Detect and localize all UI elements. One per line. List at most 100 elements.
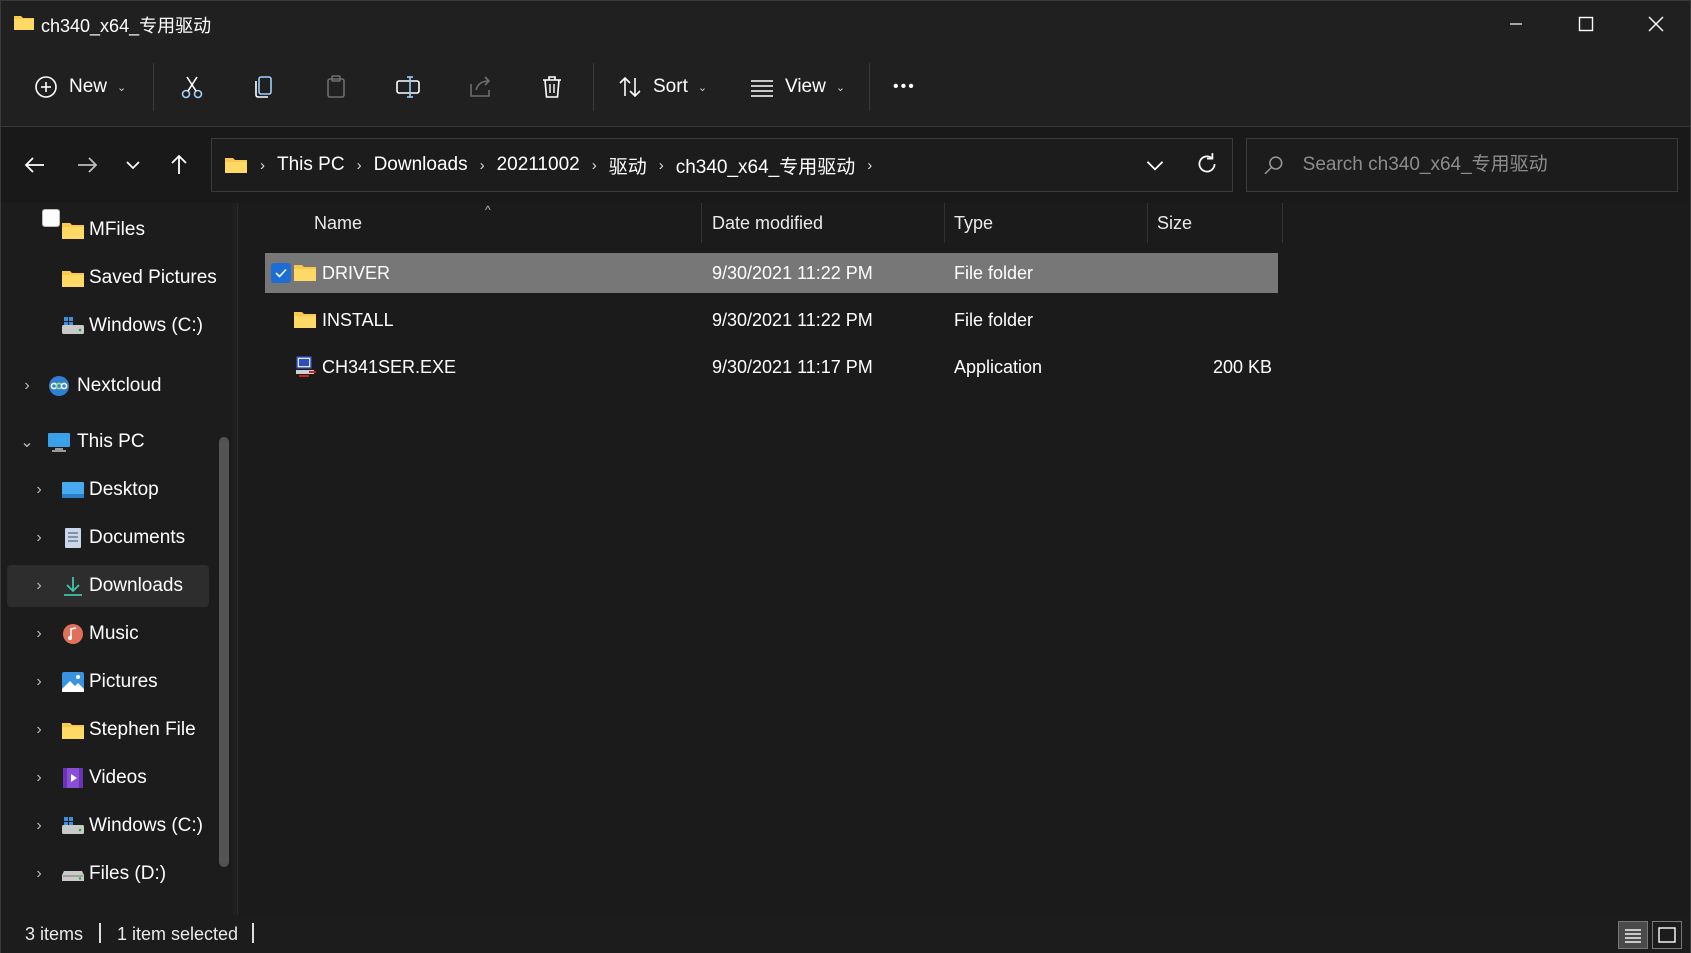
search-box[interactable] bbox=[1246, 138, 1678, 192]
more-icon: ••• bbox=[893, 78, 916, 95]
chevron-right-icon[interactable]: › bbox=[31, 721, 47, 739]
breadcrumb-downloads[interactable]: Downloads bbox=[374, 154, 468, 176]
new-icon bbox=[35, 76, 57, 98]
minimize-button[interactable] bbox=[1481, 1, 1551, 47]
downloads-icon bbox=[64, 577, 82, 596]
sidebar-item-downloads[interactable]: › Downloads bbox=[7, 565, 209, 607]
delete-button[interactable] bbox=[539, 67, 565, 107]
file-name: DRIVER bbox=[322, 262, 391, 283]
chevron-down-icon: ⌄ bbox=[117, 81, 127, 94]
column-divider[interactable] bbox=[1282, 203, 1283, 243]
sidebar-item-label: MFiles bbox=[89, 219, 145, 240]
paste-button[interactable] bbox=[323, 67, 349, 107]
sidebar-item-desktop[interactable]: › Desktop bbox=[7, 469, 209, 511]
checkmark-icon bbox=[275, 268, 287, 278]
chevron-right-icon[interactable]: › bbox=[31, 625, 47, 643]
navigation-bar: › This PC › Downloads › 20211002 › 驱动 › … bbox=[1, 127, 1690, 203]
maximize-icon bbox=[1578, 16, 1594, 32]
forward-button[interactable] bbox=[67, 145, 107, 185]
selection-count: 1 item selected bbox=[117, 924, 239, 944]
column-header-date-modified[interactable]: Date modified bbox=[712, 203, 942, 243]
breadcrumb-driver-cn[interactable]: 驱动 bbox=[609, 152, 647, 179]
chevron-down-icon[interactable]: ⌄ bbox=[19, 432, 35, 452]
close-button[interactable] bbox=[1621, 1, 1691, 47]
chevron-down-icon: ⌄ bbox=[835, 81, 846, 94]
sidebar-item-saved-pictures[interactable]: Saved Pictures bbox=[7, 257, 217, 299]
application-icon bbox=[296, 356, 316, 377]
file-type: Application bbox=[954, 356, 1043, 377]
column-header-name[interactable]: Name bbox=[314, 203, 694, 243]
file-date: 9/30/2021 11:17 PM bbox=[712, 356, 873, 377]
chevron-right-icon[interactable]: › bbox=[31, 817, 47, 835]
status-bar: 3 items 1 item selected bbox=[1, 915, 1690, 953]
tiles-view-button[interactable] bbox=[1652, 921, 1682, 949]
column-divider[interactable] bbox=[701, 203, 702, 243]
sort-button[interactable]: Sort ⌄ bbox=[617, 67, 707, 107]
sidebar-item-stephen-file[interactable]: › Stephen File bbox=[7, 709, 209, 751]
file-type: File folder bbox=[954, 309, 1034, 330]
chevron-right-icon[interactable]: › bbox=[31, 673, 47, 691]
sidebar-item-videos[interactable]: › Videos bbox=[7, 757, 209, 799]
sidebar-item-label: Pictures bbox=[89, 671, 158, 692]
sidebar-item-mfiles[interactable]: MFiles bbox=[7, 209, 209, 251]
sidebar-item-documents[interactable]: › Documents bbox=[7, 517, 209, 559]
delete-icon bbox=[543, 76, 561, 98]
more-options-button[interactable]: ••• bbox=[893, 67, 916, 107]
details-view-button[interactable] bbox=[1618, 921, 1648, 949]
sidebar-item-pictures[interactable]: › Pictures bbox=[7, 661, 209, 703]
new-label: New bbox=[69, 76, 108, 97]
chevron-right-icon[interactable]: › bbox=[31, 481, 47, 499]
copy-button[interactable] bbox=[251, 67, 277, 107]
sidebar-item-this-pc[interactable]: ⌄ This PC bbox=[7, 421, 209, 463]
folder-icon bbox=[62, 223, 84, 239]
column-header-size[interactable]: Size bbox=[1157, 203, 1277, 243]
minimize-icon bbox=[1510, 23, 1522, 25]
column-divider[interactable] bbox=[1147, 203, 1148, 243]
recent-locations-button[interactable] bbox=[113, 145, 153, 185]
column-divider[interactable] bbox=[944, 203, 945, 243]
refresh-button[interactable] bbox=[1194, 151, 1220, 182]
table-row[interactable]: CH341SER.EXE 9/30/2021 11:17 PM Applicat… bbox=[265, 347, 1278, 387]
address-history-button[interactable] bbox=[1142, 152, 1168, 183]
select-all-checkbox[interactable] bbox=[42, 209, 60, 227]
rename-button[interactable] bbox=[395, 67, 421, 107]
sidebar-item-files-d[interactable]: › Files (D:) bbox=[7, 853, 209, 895]
column-label: Type bbox=[954, 212, 994, 233]
breadcrumb-this-pc[interactable]: This PC bbox=[277, 154, 345, 176]
folder-icon bbox=[62, 723, 84, 739]
sidebar-item-nextcloud[interactable]: › Nextcloud bbox=[7, 365, 209, 407]
up-button[interactable] bbox=[159, 145, 199, 185]
chevron-right-icon[interactable]: › bbox=[31, 865, 47, 883]
status-divider bbox=[252, 923, 254, 943]
share-button[interactable] bbox=[467, 67, 493, 107]
table-row[interactable]: INSTALL 9/30/2021 11:22 PM File folder bbox=[265, 300, 1278, 340]
address-bar[interactable]: › This PC › Downloads › 20211002 › 驱动 › … bbox=[211, 138, 1233, 192]
chevron-right-icon[interactable]: › bbox=[31, 577, 47, 595]
breadcrumb-current-folder[interactable]: ch340_x64_专用驱动 bbox=[676, 152, 856, 179]
breadcrumb-20211002[interactable]: 20211002 bbox=[497, 154, 580, 176]
row-checkbox[interactable] bbox=[271, 263, 291, 283]
breadcrumb-separator: › bbox=[658, 156, 664, 174]
breadcrumb-separator: › bbox=[260, 156, 265, 174]
sidebar-item-label: Downloads bbox=[89, 575, 183, 596]
sidebar-item-windows-c-pinned[interactable]: Windows (C:) bbox=[7, 305, 209, 347]
chevron-right-icon[interactable]: › bbox=[31, 529, 47, 547]
sidebar-item-windows-c[interactable]: › Windows (C:) bbox=[7, 805, 209, 847]
chevron-right-icon[interactable]: › bbox=[31, 769, 47, 787]
share-icon bbox=[470, 76, 491, 97]
sidebar-scrollbar[interactable] bbox=[219, 437, 229, 867]
chevron-right-icon[interactable]: › bbox=[19, 377, 35, 395]
cut-button[interactable] bbox=[179, 67, 205, 107]
table-row[interactable]: DRIVER 9/30/2021 11:22 PM File folder bbox=[265, 253, 1278, 293]
cut-icon bbox=[181, 76, 203, 99]
drive-c-icon bbox=[62, 817, 84, 834]
back-button[interactable] bbox=[15, 145, 55, 185]
sidebar-item-music[interactable]: › Music bbox=[7, 613, 209, 655]
sidebar-item-label: Desktop bbox=[89, 479, 159, 500]
view-button[interactable]: View ⌄ bbox=[749, 67, 845, 107]
maximize-button[interactable] bbox=[1551, 1, 1621, 47]
folder-icon bbox=[62, 271, 84, 287]
column-header-type[interactable]: Type bbox=[954, 203, 1134, 243]
new-button[interactable]: New ⌄ bbox=[33, 67, 126, 107]
search-input[interactable] bbox=[1302, 154, 1677, 176]
